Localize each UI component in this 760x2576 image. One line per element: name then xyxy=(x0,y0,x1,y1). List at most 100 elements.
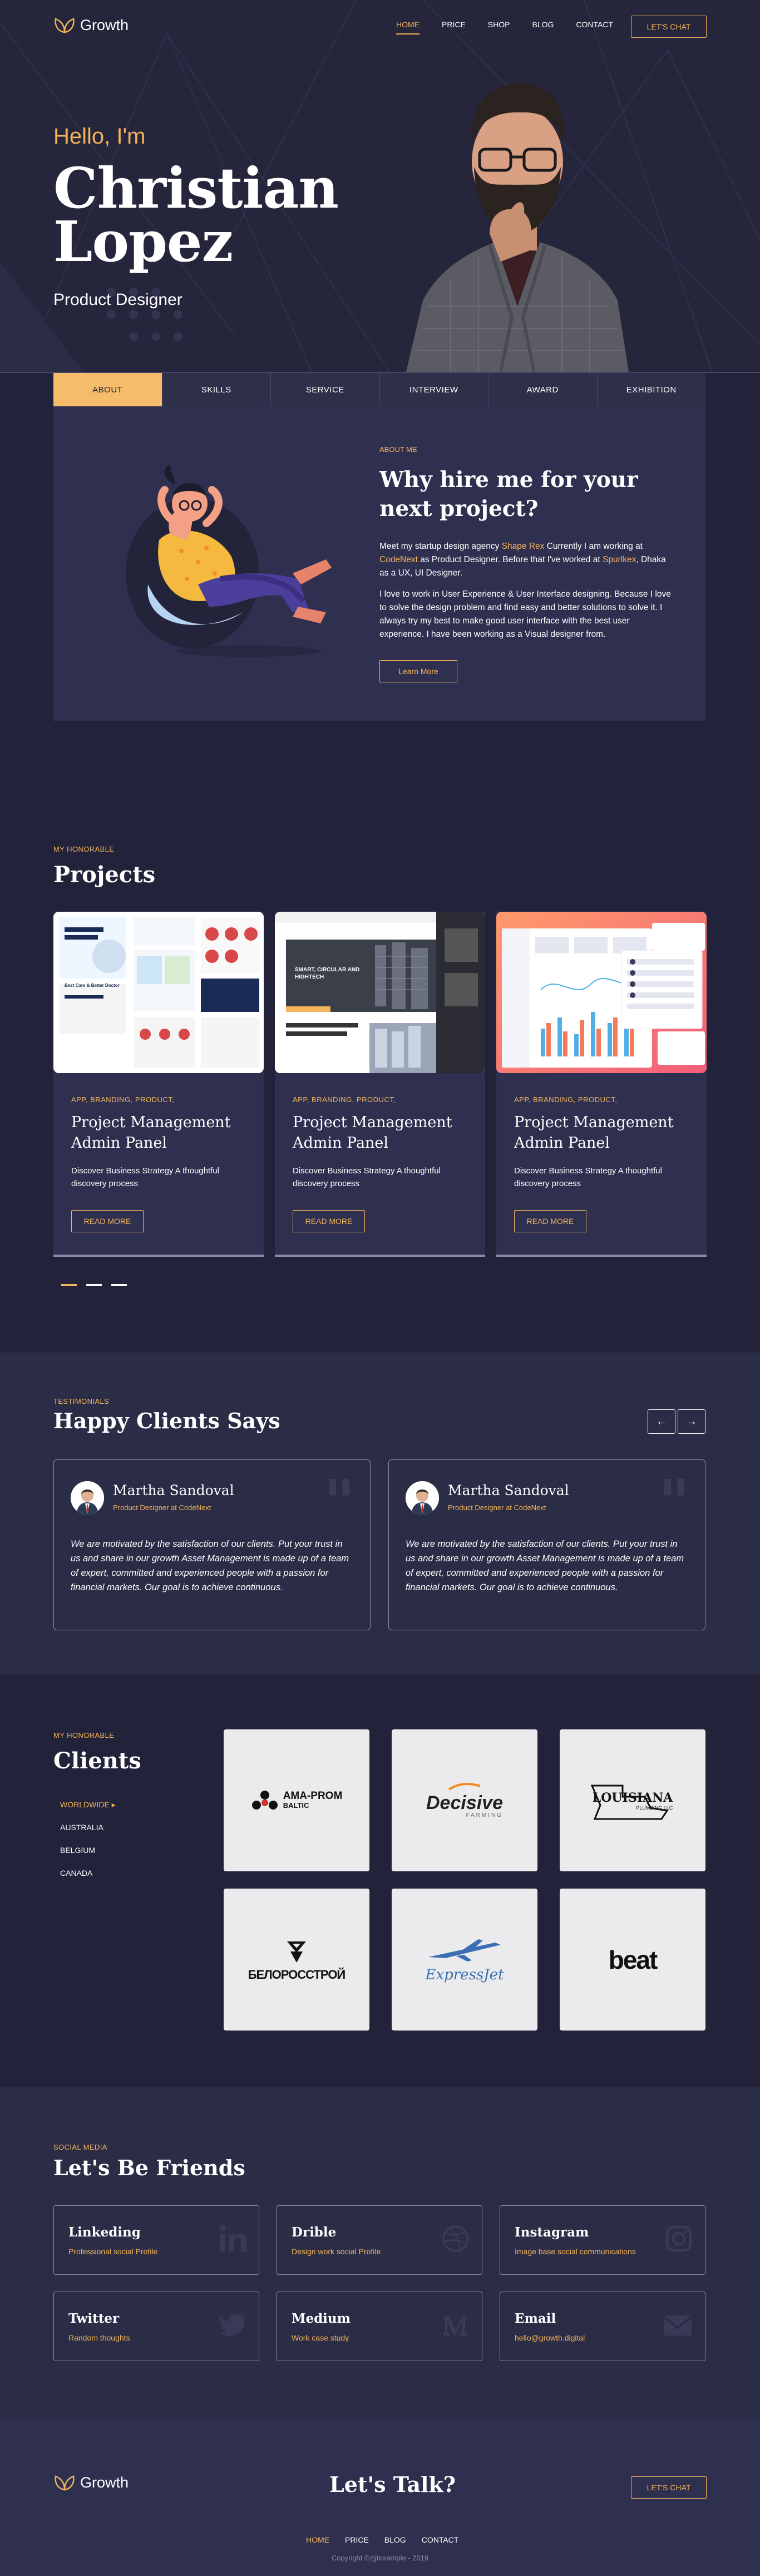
avatar xyxy=(71,1481,104,1515)
social-desc: Image base social communications xyxy=(515,2247,636,2256)
footer: Growth Let's Talk? LET'S CHAT xyxy=(0,2418,760,2576)
nav-price[interactable]: PRICE xyxy=(442,20,466,35)
social-card-medium[interactable]: Medium Work case study xyxy=(277,2292,482,2361)
project-card[interactable]: APP, BRANDING, PRODUCT, Project Manageme… xyxy=(496,912,707,1257)
region-filter-belgium[interactable]: BELGIUM xyxy=(60,1846,95,1855)
social-desc: Professional social Profile xyxy=(68,2247,158,2256)
client-logo-card[interactable]: LOUISIANA PLUMBING LLC xyxy=(560,1729,705,1871)
region-filter-canada[interactable]: CANADA xyxy=(60,1869,92,1877)
social-desc: Design work social Profile xyxy=(292,2247,381,2256)
footer-nav: HOME PRICE BLOG CONTACT xyxy=(306,2535,458,2544)
portrait-photo xyxy=(406,83,629,372)
region-filter-worldwide[interactable]: WORLDWIDE ▸ xyxy=(60,1800,116,1810)
ama-prom-logo: AMA-PROM BALTIC xyxy=(251,1790,343,1812)
nav-home[interactable]: HOME xyxy=(396,20,420,35)
footer-nav-contact[interactable]: CONTACT xyxy=(422,2535,459,2544)
shape-rex-link[interactable]: Shape Rex xyxy=(502,542,545,551)
next-arrow-button[interactable]: → xyxy=(678,1409,705,1434)
leaf-logo-icon xyxy=(55,17,75,33)
project-title: Project Management Admin Panel xyxy=(71,1114,231,1152)
copyright: Copyright ©zjjtexample - 2019 xyxy=(331,2554,429,2562)
logo-text: LOUISIANA xyxy=(592,1790,673,1805)
social-card-twitter[interactable]: Twitter Random thoughts xyxy=(53,2292,259,2361)
read-more-button[interactable]: READ MORE xyxy=(293,1210,365,1232)
brand-logo[interactable]: Growth xyxy=(53,17,129,34)
project-tags: APP, BRANDING, PRODUCT, xyxy=(71,1095,175,1104)
clients-title: Clients xyxy=(53,1748,141,1774)
dashboard-screenshot xyxy=(496,912,707,1073)
client-logo-card[interactable]: beat xyxy=(560,1889,705,2031)
testimonial-role: Product Designer at CodeNext xyxy=(113,1503,211,1512)
nav-blog[interactable]: BLOG xyxy=(532,20,554,35)
about-title: Why hire me for your next project? xyxy=(379,467,638,522)
project-card[interactable]: SMART, CIRCULAR AND HIGHTECH APP, BRANDI… xyxy=(275,912,485,1257)
testimonial-card: Martha Sandoval Product Designer at Code… xyxy=(388,1459,705,1630)
read-more-button[interactable]: READ MORE xyxy=(514,1210,586,1232)
project-description: Discover Business Strategy A thoughtful … xyxy=(514,1166,662,1188)
relaxing-man-illustration xyxy=(126,465,332,657)
mail-icon xyxy=(663,2316,693,2336)
project-tags: APP, BRANDING, PRODUCT, xyxy=(293,1095,396,1104)
region-filter-australia[interactable]: AUSTRALIA xyxy=(60,1823,103,1832)
codenext-link[interactable]: CodeNext xyxy=(379,555,418,564)
social-title-text: Linkeding xyxy=(68,2225,141,2240)
ama-prom-mark xyxy=(251,1790,278,1810)
client-logo-card[interactable]: Decisive FARMING xyxy=(392,1729,537,1871)
nav-shop[interactable]: SHOP xyxy=(488,20,510,35)
divider xyxy=(0,372,760,373)
footer-lets-chat-button[interactable]: LET'S CHAT xyxy=(631,2476,707,2499)
tab-service[interactable]: SERVICE xyxy=(271,373,380,406)
social-desc: Work case study xyxy=(292,2333,349,2342)
nav-contact[interactable]: CONTACT xyxy=(576,20,613,35)
social-title-text: Twitter xyxy=(68,2311,120,2326)
leaf-logo-icon xyxy=(55,2475,75,2490)
social-card-email[interactable]: Email hello@growth.digital xyxy=(500,2292,705,2361)
social-card-dribbble[interactable]: Drible Design work social Profile xyxy=(277,2205,482,2275)
project-tags: APP, BRANDING, PRODUCT, xyxy=(514,1095,618,1104)
testimonials-title: Happy Clients Says xyxy=(53,1408,280,1433)
social-card-instagram[interactable]: Instagram Image base social communicatio… xyxy=(500,2205,705,2275)
testimonial-text: We are motivated by the satisfaction of … xyxy=(71,1539,349,1592)
footer-nav-home[interactable]: HOME xyxy=(306,2535,329,2544)
footer-nav-blog[interactable]: BLOG xyxy=(384,2535,406,2544)
carousel-dot-active[interactable] xyxy=(61,1284,77,1286)
social-title-text: Drible xyxy=(292,2225,337,2240)
about-panel: ABOUT ME Why hire me for your next proje… xyxy=(53,406,705,721)
footer-nav-price[interactable]: PRICE xyxy=(345,2535,369,2544)
social-title-text: Email xyxy=(515,2311,556,2326)
spurlkex-link[interactable]: Spurlkex xyxy=(603,555,636,564)
linkedin-icon xyxy=(219,2225,246,2251)
tab-award[interactable]: AWARD xyxy=(488,373,598,406)
about-paragraph-2: I love to work in User Experience & User… xyxy=(379,589,671,639)
avatar xyxy=(406,1481,439,1515)
footer-logo[interactable]: Growth xyxy=(53,2474,129,2491)
thumb-heading: Best Care & Better Doctor xyxy=(65,983,120,988)
social-title: Let's Be Friends xyxy=(53,2155,245,2180)
carousel-dot[interactable] xyxy=(86,1284,102,1286)
learn-more-button[interactable]: Learn More xyxy=(379,660,457,682)
read-more-button[interactable]: READ MORE xyxy=(71,1210,144,1232)
client-logo-card[interactable]: ExpressJet xyxy=(392,1889,537,2031)
tab-interview[interactable]: INTERVIEW xyxy=(380,373,488,406)
medium-icon xyxy=(443,2317,467,2336)
project-card[interactable]: Best Care & Better Doctor APP, BRANDING,… xyxy=(53,912,264,1257)
brand-name: Growth xyxy=(80,17,129,33)
lets-chat-button[interactable]: LET'S CHAT xyxy=(631,16,707,38)
carousel-dot[interactable] xyxy=(111,1284,127,1286)
logo-text: AMA-PROM xyxy=(283,1790,343,1802)
dribbble-icon xyxy=(442,2225,469,2252)
projects-eyebrow: MY HONORABLE xyxy=(53,845,115,853)
tab-exhibition[interactable]: EXHIBITION xyxy=(598,373,706,406)
about-paragraph-1: Meet my startup design agency Shape Rex … xyxy=(379,540,674,580)
projects-title: Projects xyxy=(53,862,156,888)
social-card-linkedin[interactable]: Linkeding Professional social Profile xyxy=(53,2205,259,2275)
testimonials-eyebrow: TESTIMONIALS xyxy=(53,1397,110,1405)
client-logo-card[interactable]: БЕЛОРОССТРОЙ xyxy=(224,1889,369,2031)
logo-text: БЕЛОРОССТРОЙ xyxy=(248,1968,346,1982)
hero-section: Growth HOME PRICE SHOP BLOG CONTACT LET'… xyxy=(0,0,760,372)
prev-arrow-button[interactable]: ← xyxy=(648,1409,675,1434)
social-desc: hello@growth.digital xyxy=(515,2333,585,2342)
client-logo-card[interactable]: AMA-PROM BALTIC xyxy=(224,1729,369,1871)
tab-skills[interactable]: SKILLS xyxy=(162,373,271,406)
tab-about[interactable]: ABOUT xyxy=(53,373,162,406)
